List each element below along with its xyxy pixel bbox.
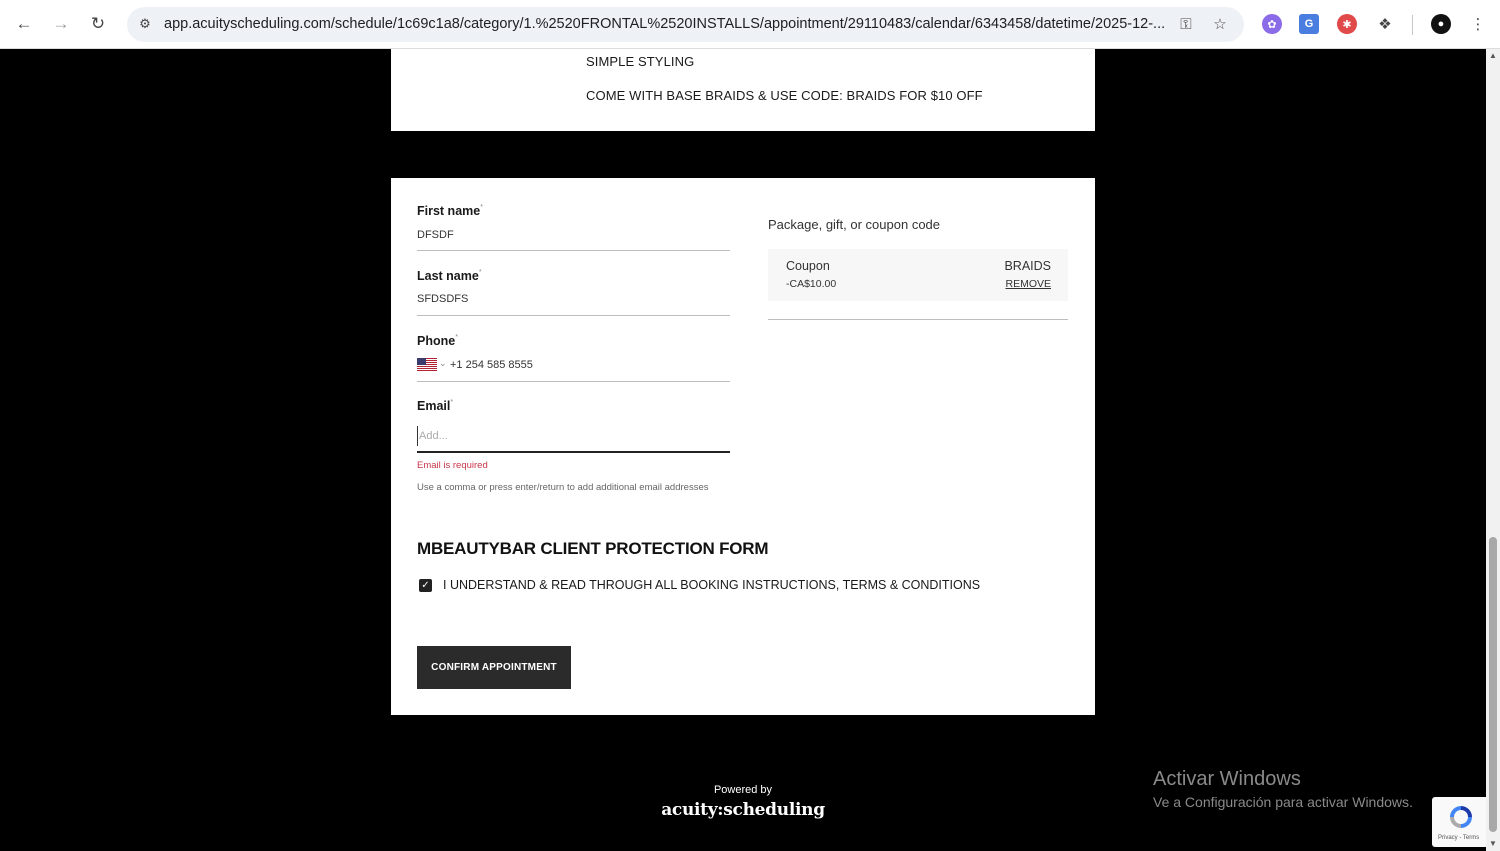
service-line: SIMPLE STYLING [586, 54, 695, 69]
recaptcha-icon [1450, 806, 1472, 828]
recaptcha-badge[interactable]: Privacy - Terms [1432, 797, 1490, 847]
recaptcha-links[interactable]: Privacy - Terms [1438, 835, 1479, 841]
us-flag-icon[interactable] [417, 358, 437, 371]
terms-checkbox-label[interactable]: I UNDERSTAND & READ THROUGH ALL BOOKING … [443, 578, 980, 592]
phone-label: Phone* [417, 334, 458, 348]
extension-translate-icon[interactable]: G [1299, 14, 1319, 34]
coupon-heading: Package, gift, or coupon code [768, 217, 941, 232]
scroll-down-icon[interactable]: ▼ [1488, 839, 1498, 849]
page-content: SIMPLE STYLING COME WITH BASE BRAIDS & U… [0, 49, 1490, 851]
remove-coupon-link[interactable]: REMOVE [1005, 278, 1051, 290]
tune-icon[interactable]: ⚙ [136, 15, 154, 33]
email-label: Email* [417, 399, 454, 413]
last-name-input[interactable]: SFDSDFS [417, 293, 468, 305]
address-bar[interactable]: ⚙ app.acuityscheduling.com/schedule/1c69… [127, 7, 1244, 42]
email-underline [417, 451, 730, 453]
forward-arrow-icon[interactable]: → [50, 13, 72, 35]
toolbar-separator [1412, 15, 1413, 35]
client-form-card: First name* DFSDF Last name* SFDSDFS Pho… [391, 178, 1095, 715]
coupon-code: BRAIDS [1004, 259, 1051, 273]
page-scrollbar[interactable]: ▲ ▼ [1486, 49, 1500, 851]
key-icon[interactable]: ⚿ [1176, 14, 1196, 34]
puzzle-icon[interactable]: ❖ [1375, 14, 1395, 34]
star-icon[interactable]: ☆ [1210, 14, 1230, 34]
coupon-amount: -CA$10.00 [786, 278, 837, 290]
extension-copilot-icon[interactable]: ✿ [1262, 14, 1282, 34]
kebab-menu-icon[interactable]: ⋮ [1468, 14, 1488, 34]
protection-form-title: MBEAUTYBAR CLIENT PROTECTION FORM [417, 539, 769, 558]
email-input[interactable] [417, 426, 730, 446]
first-name-input[interactable]: DFSDF [417, 229, 454, 241]
confirm-appointment-button[interactable]: CONFIRM APPOINTMENT [417, 646, 571, 689]
last-name-underline [417, 315, 730, 316]
extension-bug-icon[interactable]: ✱ [1337, 14, 1357, 34]
first-name-label: First name* [417, 204, 483, 218]
applied-coupon: Coupon -CA$10.00 BRAIDS REMOVE [768, 249, 1068, 301]
scroll-up-icon[interactable]: ▲ [1488, 51, 1498, 61]
windows-activation-title: Activar Windows [1153, 768, 1301, 790]
back-arrow-icon[interactable]: ← [13, 13, 35, 35]
service-description-card: SIMPLE STYLING COME WITH BASE BRAIDS & U… [391, 49, 1095, 131]
coupon-type: Coupon [786, 259, 830, 273]
phone-input[interactable]: +1 254 585 8555 [450, 359, 533, 371]
chevron-down-icon[interactable]: ⌄ [439, 358, 447, 369]
phone-underline [417, 381, 730, 382]
last-name-label: Last name* [417, 269, 482, 283]
email-hint: Use a comma or press enter/return to add… [417, 482, 709, 493]
reload-icon[interactable]: ↻ [87, 13, 109, 35]
coupon-underline [768, 319, 1068, 320]
first-name-underline [417, 250, 730, 251]
scrollbar-thumb[interactable] [1489, 537, 1497, 832]
windows-activation-subtitle: Ve a Configuración para activar Windows. [1153, 794, 1413, 810]
browser-toolbar: ← → ↻ ⚙ app.acuityscheduling.com/schedul… [0, 0, 1500, 49]
email-error-message: Email is required [417, 460, 488, 471]
profile-avatar[interactable]: ● [1431, 14, 1451, 34]
terms-checkbox[interactable]: ✓ [419, 579, 432, 592]
url-text[interactable]: app.acuityscheduling.com/schedule/1c69c1… [164, 16, 1164, 32]
checkmark-icon: ✓ [421, 580, 430, 591]
service-promo-line: COME WITH BASE BRAIDS & USE CODE: BRAIDS… [586, 88, 983, 103]
